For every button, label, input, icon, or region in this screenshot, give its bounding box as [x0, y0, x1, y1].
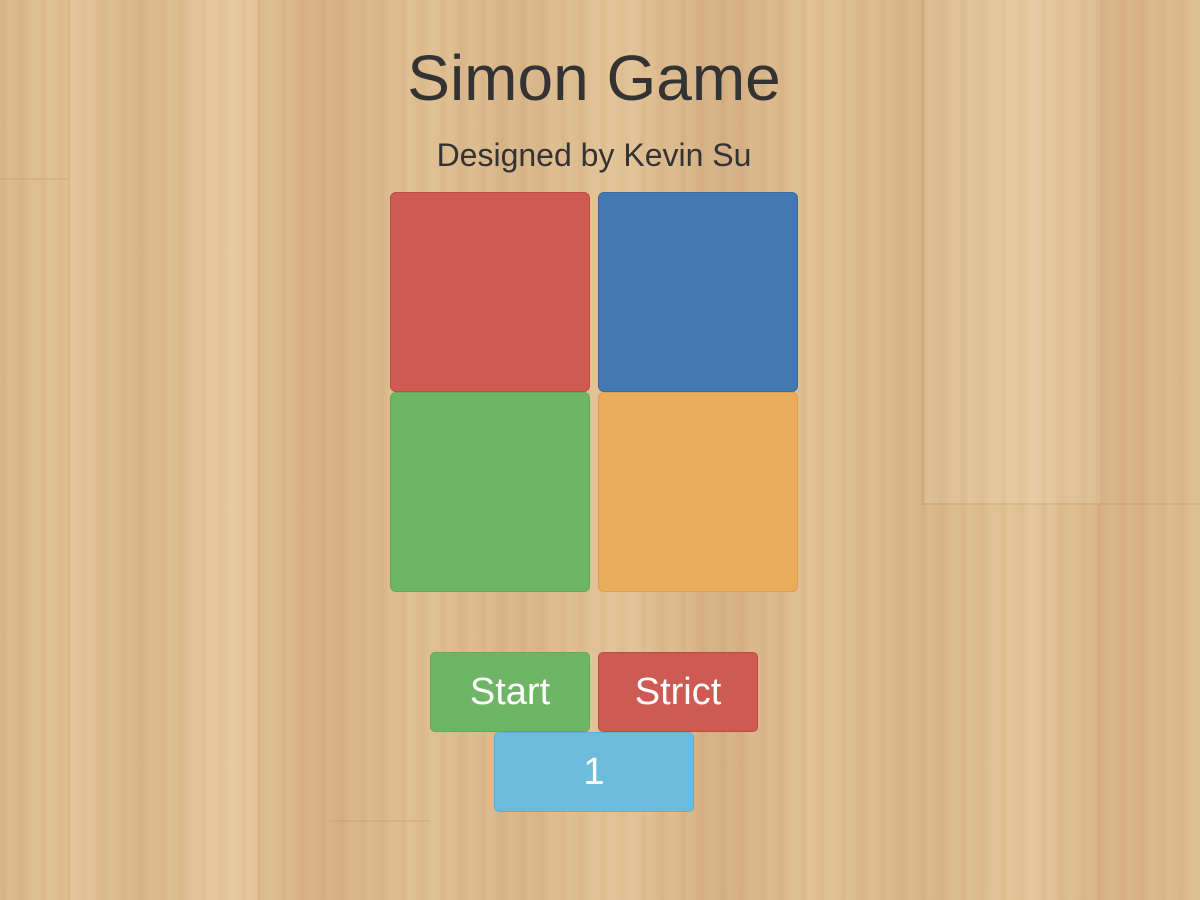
green-pad[interactable]	[390, 392, 590, 592]
start-button[interactable]: Start	[430, 652, 590, 732]
wood-plank-highlight	[70, 0, 258, 900]
wood-plank-seam	[1098, 505, 1100, 900]
yellow-pad[interactable]	[598, 392, 798, 592]
strict-button[interactable]: Strict	[598, 652, 758, 732]
step-counter: 1	[494, 732, 694, 812]
wood-plank-seam	[258, 0, 260, 900]
wood-plank-seam	[922, 503, 1200, 505]
blue-pad[interactable]	[598, 192, 798, 392]
page-title: Simon Game	[407, 42, 781, 114]
red-pad[interactable]	[390, 192, 590, 392]
wood-plank-seam	[0, 178, 68, 180]
page-subtitle: Designed by Kevin Su	[436, 137, 752, 173]
wood-plank-seam	[330, 820, 430, 822]
